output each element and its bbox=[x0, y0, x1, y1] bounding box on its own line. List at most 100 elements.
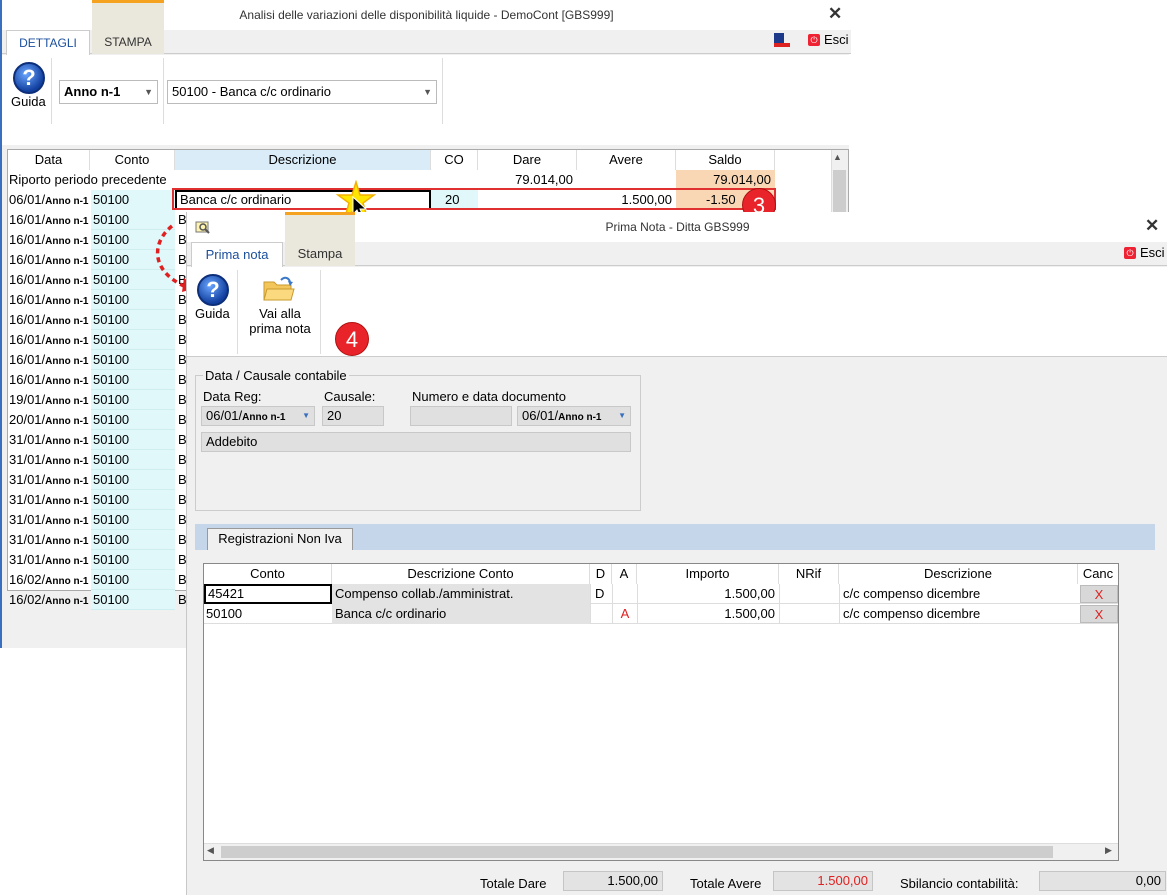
riporto-label: Riporto periodo precedente bbox=[9, 172, 167, 187]
row-conto: 50100 bbox=[91, 190, 175, 210]
col-header-data[interactable]: Data bbox=[8, 150, 90, 170]
col-header-co[interactable]: CO bbox=[431, 150, 478, 170]
chevron-up-icon[interactable]: ▲ bbox=[833, 152, 842, 162]
col-header-avere[interactable]: Avere bbox=[577, 150, 676, 170]
tab-stampa[interactable]: Stampa bbox=[285, 212, 355, 266]
table-row[interactable]: 50100 Banca c/c ordinario A 1.500,00 c/c com… bbox=[204, 604, 1118, 624]
tab-stampa[interactable]: STAMPA bbox=[92, 0, 164, 54]
separator bbox=[237, 270, 238, 354]
data-reg-field[interactable]: 06/01/Anno n-1 ▼ bbox=[201, 406, 315, 426]
vai-alla-prima-nota-button[interactable]: Vai alla prima nota bbox=[245, 306, 315, 336]
row-nrif[interactable] bbox=[779, 604, 839, 624]
chevron-down-icon: ▼ bbox=[423, 87, 432, 97]
row-anno: Anno n-1 bbox=[45, 396, 89, 407]
row-date-text: 16/02/ bbox=[9, 572, 46, 587]
row-importo[interactable]: 1.500,00 bbox=[637, 584, 779, 604]
col-header-d[interactable]: D bbox=[590, 564, 612, 584]
close-icon[interactable]: ✕ bbox=[1145, 216, 1159, 236]
table-row[interactable]: 45421 Compenso collab./amministrat. D 1.500… bbox=[204, 584, 1118, 604]
row-nrif[interactable] bbox=[779, 584, 839, 604]
highlight-frame bbox=[172, 188, 776, 210]
row-anno: Anno n-1 bbox=[45, 476, 89, 487]
row-anno: Anno n-1 bbox=[45, 376, 89, 387]
row-date-text: 19/01/ bbox=[9, 392, 46, 407]
chevron-right-icon[interactable]: ▶ bbox=[1105, 845, 1112, 856]
esci-label[interactable]: Esci bbox=[824, 32, 849, 47]
row-date-text: 16/01/ bbox=[9, 232, 46, 247]
help-icon[interactable]: ? bbox=[197, 274, 229, 306]
delete-row-button[interactable]: X bbox=[1080, 605, 1118, 623]
guida-label[interactable]: Guida bbox=[11, 94, 46, 109]
row-date: 31/01/Anno n-1 bbox=[9, 430, 91, 450]
tab-prima-nota[interactable]: Prima nota bbox=[191, 242, 283, 267]
row-date-text: 16/01/ bbox=[9, 272, 46, 287]
causale-field[interactable]: 20 bbox=[322, 406, 384, 426]
col-header-conto[interactable]: Conto bbox=[90, 150, 175, 170]
row-a[interactable]: A bbox=[612, 604, 637, 624]
row-date-text: 31/01/ bbox=[9, 432, 46, 447]
close-icon[interactable]: ✕ bbox=[828, 4, 842, 24]
col-header-descrizione-conto[interactable]: Descrizione Conto bbox=[332, 564, 590, 584]
data-reg-date: 06/01/ bbox=[206, 408, 243, 423]
row-date: 16/01/Anno n-1 bbox=[9, 310, 91, 330]
row-d[interactable] bbox=[590, 604, 612, 624]
tab-registrazioni-non-iva[interactable]: Registrazioni Non Iva bbox=[207, 528, 353, 550]
row-anno: Anno n-1 bbox=[45, 236, 89, 247]
conto-combo[interactable]: 50100 - Banca c/c ordinario ▼ bbox=[167, 80, 437, 104]
col-header-nrif[interactable]: NRif bbox=[779, 564, 839, 584]
totale-dare-label: Totale Dare bbox=[480, 876, 547, 891]
row-conto[interactable]: 50100 bbox=[204, 604, 332, 624]
col-header-conto[interactable]: Conto bbox=[204, 564, 332, 584]
row-conto: 50100 bbox=[91, 430, 175, 450]
col-header-descrizione[interactable]: Descrizione bbox=[839, 564, 1078, 584]
row-date: 16/01/Anno n-1 bbox=[9, 270, 91, 290]
guida-label[interactable]: Guida bbox=[195, 306, 230, 321]
anno-combo[interactable]: Anno n-1 ▼ bbox=[59, 80, 158, 104]
folder-icon[interactable] bbox=[263, 276, 295, 302]
col-header-importo[interactable]: Importo bbox=[637, 564, 779, 584]
row-anno: Anno n-1 bbox=[45, 416, 89, 427]
data-documento-field[interactable]: 06/01/Anno n-1 ▼ bbox=[517, 406, 631, 426]
row-date-text: 16/01/ bbox=[9, 332, 46, 347]
row-date-text: 31/01/ bbox=[9, 532, 46, 547]
row-date-text: 16/01/ bbox=[9, 252, 46, 267]
col-header-saldo[interactable]: Saldo bbox=[676, 150, 775, 170]
row-importo[interactable]: 1.500,00 bbox=[637, 604, 779, 624]
row-anno: Anno n-1 bbox=[45, 336, 89, 347]
flag-icon[interactable] bbox=[774, 33, 790, 47]
row-a[interactable] bbox=[612, 584, 637, 604]
row-descrizione[interactable]: c/c compenso dicembre bbox=[839, 584, 1078, 604]
power-icon[interactable]: ⏻ bbox=[808, 34, 820, 46]
numero-documento-field[interactable] bbox=[410, 406, 512, 426]
row-date: 19/01/Anno n-1 bbox=[9, 390, 91, 410]
sbilancio-label: Sbilancio contabilità: bbox=[900, 876, 1019, 891]
row-descrizione-conto: Banca c/c ordinario bbox=[332, 604, 590, 624]
row-conto: 50100 bbox=[91, 450, 175, 470]
separator bbox=[320, 270, 321, 354]
vai-line-1: Vai alla bbox=[259, 306, 301, 321]
row-conto: 50100 bbox=[91, 550, 175, 570]
esci-label[interactable]: Esci bbox=[1140, 245, 1165, 260]
row-descrizione[interactable]: c/c compenso dicembre bbox=[839, 604, 1078, 624]
row-date: 31/01/Anno n-1 bbox=[9, 550, 91, 570]
col-header-dare[interactable]: Dare bbox=[478, 150, 577, 170]
col-header-descrizione[interactable]: Descrizione bbox=[175, 150, 431, 170]
row-conto: 50100 bbox=[91, 330, 175, 350]
tab-dettagli[interactable]: DETTAGLI bbox=[6, 30, 90, 55]
help-icon[interactable]: ? bbox=[13, 62, 45, 94]
row-conto[interactable]: 45421 bbox=[204, 584, 332, 604]
row-date: 16/01/Anno n-1 bbox=[9, 370, 91, 390]
chevron-left-icon[interactable]: ◀ bbox=[207, 845, 214, 856]
step-badge-4: 4 bbox=[335, 322, 369, 356]
row-date-text: 20/01/ bbox=[9, 412, 46, 427]
row-conto: 50100 bbox=[91, 310, 175, 330]
totale-avere-label: Totale Avere bbox=[690, 876, 762, 891]
row-date: 31/01/Anno n-1 bbox=[9, 470, 91, 490]
col-header-a[interactable]: A bbox=[612, 564, 637, 584]
row-d[interactable]: D bbox=[590, 584, 612, 604]
col-header-canc[interactable]: Canc bbox=[1078, 564, 1118, 584]
causale-descrizione-field: Addebito bbox=[201, 432, 631, 452]
delete-row-button[interactable]: X bbox=[1080, 585, 1118, 603]
power-icon[interactable]: ⏻ bbox=[1124, 247, 1136, 259]
scrollbar-thumb[interactable] bbox=[221, 846, 1053, 858]
